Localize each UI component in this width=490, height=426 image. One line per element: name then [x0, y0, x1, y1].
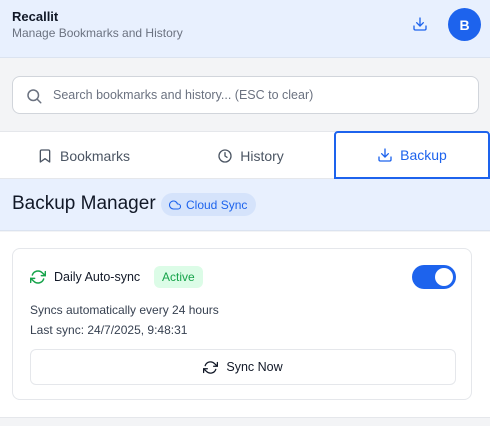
toggle-knob	[435, 268, 453, 286]
search-area	[0, 59, 490, 131]
app-title: Recallit	[12, 9, 59, 24]
refresh-icon	[203, 360, 219, 374]
backup-content: Daily Auto-sync Active Syncs automatical…	[0, 232, 490, 418]
auto-sync-card: Daily Auto-sync Active Syncs automatical…	[12, 248, 472, 400]
auto-sync-toggle[interactable]	[412, 265, 456, 289]
search-box	[12, 76, 479, 114]
tab-bookmarks[interactable]: Bookmarks	[0, 132, 167, 179]
search-icon	[27, 89, 42, 104]
last-sync-text: Last sync: 24/7/2025, 9:48:31	[30, 323, 188, 337]
clock-icon	[218, 148, 232, 163]
download-button[interactable]	[409, 13, 431, 35]
page-title: Backup Manager	[12, 193, 156, 214]
auto-sync-description: Syncs automatically every 24 hours	[30, 303, 219, 317]
app-header: Recallit Manage Bookmarks and History B	[0, 0, 490, 58]
status-badge: Active	[154, 266, 203, 288]
tab-history-label: History	[240, 147, 284, 164]
cloud-icon	[169, 199, 181, 210]
tab-backup[interactable]: Backup	[334, 131, 490, 179]
sync-now-button[interactable]: Sync Now	[30, 349, 456, 385]
search-input[interactable]	[53, 77, 468, 113]
download-icon	[413, 17, 427, 31]
refresh-icon	[30, 270, 46, 284]
download-icon	[378, 148, 392, 162]
sync-now-label: Sync Now	[226, 360, 283, 374]
tab-bookmarks-label: Bookmarks	[59, 147, 131, 164]
cloud-sync-label: Cloud Sync	[186, 197, 248, 212]
tab-bar: Bookmarks History Backup	[0, 131, 490, 179]
bookmark-icon	[39, 148, 51, 163]
avatar[interactable]: B	[448, 8, 481, 41]
app-subtitle: Manage Bookmarks and History	[12, 26, 183, 40]
tab-backup-label: Backup	[400, 147, 447, 163]
cloud-sync-badge: Cloud Sync	[161, 193, 257, 216]
tab-history[interactable]: History	[167, 132, 334, 179]
auto-sync-title: Daily Auto-sync	[54, 270, 141, 284]
section-header: Backup Manager Cloud Sync	[0, 179, 490, 231]
bottom-strip	[0, 419, 490, 426]
